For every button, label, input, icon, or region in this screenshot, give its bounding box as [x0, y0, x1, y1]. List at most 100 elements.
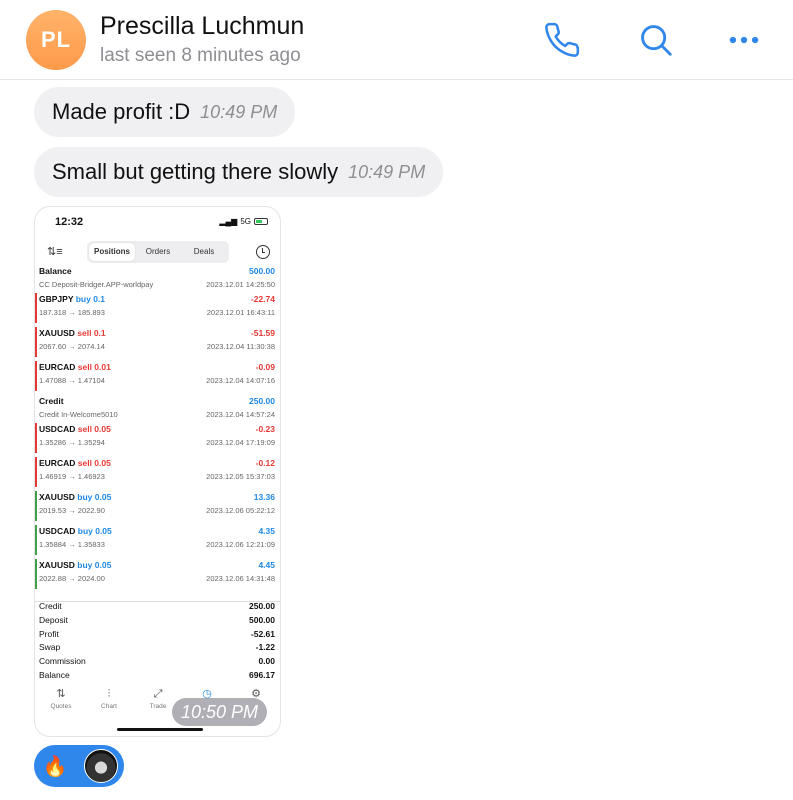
signal-icon: ▂▄▆: [219, 217, 238, 226]
deal-pnl: 4.35: [258, 526, 275, 536]
more-icon: [729, 36, 759, 44]
battery-icon: [254, 218, 268, 225]
deal-prices: 2022.88 → 2024.00: [39, 574, 105, 583]
deal-symbol: Balance: [39, 266, 72, 276]
deal-row: EURCAD sell 0.01 1.47088 → 1.47104 -0.09 20…: [35, 359, 280, 393]
deal-side: buy 0.05: [77, 492, 112, 502]
summary-label: Balance: [39, 669, 70, 680]
deal-symbol-text: GBPJPY: [39, 294, 74, 304]
deal-pnl: 250.00: [249, 396, 275, 406]
history-toolbar: ⇅≡ Positions Orders Deals: [35, 241, 280, 265]
deal-datetime: 2023.12.05 15:37:03: [206, 472, 275, 481]
deal-pnl: -0.23: [255, 424, 275, 434]
summary-row: Credit 250.00: [39, 599, 275, 613]
network-indicator: ▂▄▆ 5G: [219, 217, 268, 226]
deal-datetime: 2023.12.01 16:43:11: [206, 308, 275, 317]
deal-symbol-text: EURCAD: [39, 362, 76, 372]
deal-symbol-text: XAUUSD: [39, 492, 75, 502]
quotes-icon: ⇅: [56, 688, 66, 700]
reactor-avatar: [84, 749, 118, 783]
deal-symbol: USDCAD buy 0.05: [39, 526, 112, 536]
search-button[interactable]: [634, 18, 678, 62]
deal-pnl: -22.74: [250, 294, 275, 304]
deal-side: buy 0.05: [77, 560, 112, 570]
deal-side: sell 0.05: [77, 458, 111, 468]
deal-prices: CC Deposit-Bridger.APP-worldpay: [39, 280, 154, 289]
summary-value: 500.00: [249, 614, 275, 625]
message-bubble[interactable]: Small but getting there slowly 10:49 PM: [34, 147, 444, 197]
summary-label: Profit: [39, 628, 59, 639]
deal-symbol: XAUUSD buy 0.05: [39, 492, 111, 502]
summary-value: 0.00: [258, 656, 275, 667]
sort-icon: ⇅≡: [47, 246, 63, 258]
deal-side: sell 0.05: [77, 424, 111, 434]
message-bubble[interactable]: Made profit :D 10:49 PM: [34, 87, 296, 137]
deal-row: Credit Credit In-Welcome5010 250.00 2023.12…: [35, 393, 280, 421]
deal-pnl: -0.09: [255, 362, 275, 372]
deal-row: EURCAD sell 0.05 1.46919 → 1.46923 -0.12 20…: [35, 455, 280, 489]
deal-result-bar: [35, 423, 37, 453]
deal-symbol-text: USDCAD: [39, 526, 76, 536]
summary-value: 696.17: [249, 669, 275, 680]
phone-icon: [545, 22, 580, 57]
deal-row: USDCAD sell 0.05 1.35286 → 1.35294 -0.23 20…: [35, 421, 280, 455]
deal-prices: 1.35884 → 1.35833: [39, 540, 105, 549]
deal-symbol: XAUUSD buy 0.05: [39, 560, 111, 570]
nav-label: Chart: [101, 703, 117, 710]
account-summary: Credit 250.00 Deposit 500.00 Profit -52.61 Swa…: [39, 599, 275, 682]
deal-side: buy 0.05: [77, 526, 112, 536]
call-button[interactable]: [540, 18, 584, 62]
phone-clock: 12:32: [55, 216, 84, 228]
deal-result-bar: [35, 327, 37, 357]
contact-avatar[interactable]: PL: [26, 10, 86, 70]
photo-time: 10:50 PM: [172, 698, 268, 726]
deal-result-bar: [35, 491, 37, 521]
message-text: Made profit :D: [52, 99, 191, 124]
deal-row: XAUUSD sell 0.1 2067.60 → 2074.14 -51.59 20…: [35, 325, 280, 359]
deal-datetime: 2023.12.04 11:30:38: [206, 342, 275, 351]
chart-icon: ⫶: [107, 688, 111, 700]
deal-datetime: 2023.12.06 14:31:48: [206, 574, 275, 583]
deal-datetime: 2023.12.04 17:19:09: [206, 438, 275, 447]
deal-symbol: GBPJPY buy 0.1: [39, 294, 105, 304]
contact-name[interactable]: Prescilla Luchmun: [100, 12, 304, 41]
reaction-pill[interactable]: 🔥: [34, 745, 124, 787]
deal-datetime: 2023.12.01 14:25:50: [206, 280, 275, 289]
summary-label: Deposit: [39, 614, 68, 625]
message-time: 10:49 PM: [200, 101, 278, 122]
deal-symbol-text: XAUUSD: [39, 328, 75, 338]
deal-pnl: 13.36: [253, 492, 275, 502]
summary-value: -1.22: [255, 642, 275, 653]
deal-datetime: 2023.12.04 14:57:24: [206, 410, 275, 419]
last-seen-status: last seen 8 minutes ago: [100, 45, 301, 66]
history-tabs: Positions Orders Deals: [87, 241, 229, 263]
deal-row: XAUUSD buy 0.05 2019.53 → 2022.90 13.36 202…: [35, 489, 280, 523]
deal-prices: Credit In-Welcome5010: [39, 410, 118, 419]
deal-side: sell 0.1: [77, 328, 106, 338]
network-type: 5G: [240, 217, 251, 226]
history-clock-icon: [256, 245, 270, 259]
deal-pnl: 4.45: [258, 560, 275, 570]
deal-symbol: XAUUSD sell 0.1: [39, 328, 106, 338]
nav-label: Quotes: [50, 703, 72, 710]
deal-symbol-text: Balance: [39, 266, 72, 276]
deal-prices: 2019.53 → 2022.90: [39, 506, 105, 515]
deal-result-bar: [35, 361, 37, 391]
deal-result-bar: [35, 559, 37, 589]
message-text: Small but getting there slowly: [52, 159, 339, 184]
deal-prices: 1.35286 → 1.35294: [39, 438, 105, 447]
deal-symbol: EURCAD sell 0.05: [39, 458, 111, 468]
deal-symbol-text: XAUUSD: [39, 560, 75, 570]
more-options-button[interactable]: [722, 18, 766, 62]
nav-quotes: ⇅ Quotes: [39, 687, 83, 710]
deal-datetime: 2023.12.04 14:07:16: [206, 376, 275, 385]
deal-row: XAUUSD buy 0.05 2022.88 → 2024.00 4.45 2023…: [35, 557, 280, 591]
deal-pnl: -0.12: [255, 458, 275, 468]
summary-label: Swap: [39, 642, 61, 653]
deal-symbol-text: Credit: [39, 396, 64, 406]
chat-header: PL Prescilla Luchmun last seen 8 minutes…: [0, 0, 793, 80]
deal-row: GBPJPY buy 0.1 187.318 → 185.893 -22.74 202…: [35, 291, 280, 325]
nav-chart: ⫶ Chart: [87, 687, 131, 710]
photo-message[interactable]: 12:32 ▂▄▆ 5G ⇅≡ Positions Orders Deals B…: [34, 206, 281, 737]
fire-reaction: 🔥: [42, 755, 68, 778]
